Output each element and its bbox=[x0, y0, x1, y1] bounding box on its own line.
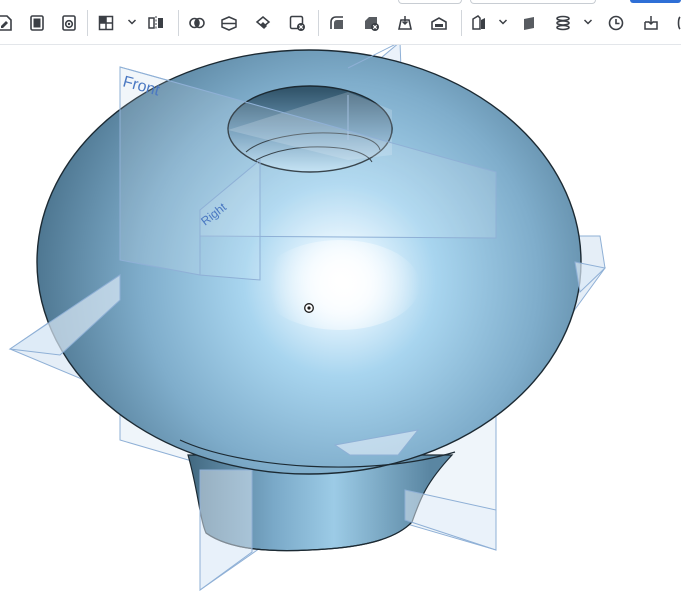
sketch-icon[interactable] bbox=[0, 12, 16, 34]
transform-icon[interactable] bbox=[252, 12, 274, 34]
extrude-icon[interactable] bbox=[26, 12, 48, 34]
revolve-icon[interactable] bbox=[58, 12, 80, 34]
split-icon[interactable] bbox=[218, 12, 240, 34]
toolbar-dropdown-b[interactable] bbox=[470, 0, 596, 4]
fillet-icon[interactable] bbox=[326, 12, 348, 34]
toolbar-primary-button[interactable] bbox=[630, 0, 681, 3]
mirror-icon[interactable] bbox=[145, 12, 167, 34]
draft-icon[interactable] bbox=[394, 12, 416, 34]
toolbar-dropdown-a[interactable] bbox=[398, 0, 462, 4]
import-icon[interactable] bbox=[640, 12, 662, 34]
model-view: Front Right bbox=[8, 45, 607, 591]
boolean-icon[interactable] bbox=[186, 12, 208, 34]
helix-icon[interactable] bbox=[552, 12, 574, 34]
chevron-down-icon[interactable] bbox=[583, 16, 593, 28]
chamfer-icon[interactable] bbox=[360, 12, 382, 34]
pattern-icon[interactable] bbox=[95, 12, 117, 34]
shell-icon[interactable] bbox=[428, 12, 450, 34]
rib-icon[interactable] bbox=[468, 12, 490, 34]
chevron-down-icon[interactable] bbox=[498, 16, 508, 28]
delete-part-icon[interactable] bbox=[286, 12, 308, 34]
history-icon[interactable] bbox=[605, 12, 627, 34]
plane-icon[interactable] bbox=[519, 12, 541, 34]
overflow-icon[interactable] bbox=[672, 12, 681, 34]
chevron-down-icon[interactable] bbox=[127, 16, 137, 28]
feature-toolbar bbox=[0, 0, 681, 45]
origin-icon[interactable] bbox=[304, 303, 314, 313]
graphics-viewport[interactable]: Front Right bbox=[0, 45, 681, 597]
